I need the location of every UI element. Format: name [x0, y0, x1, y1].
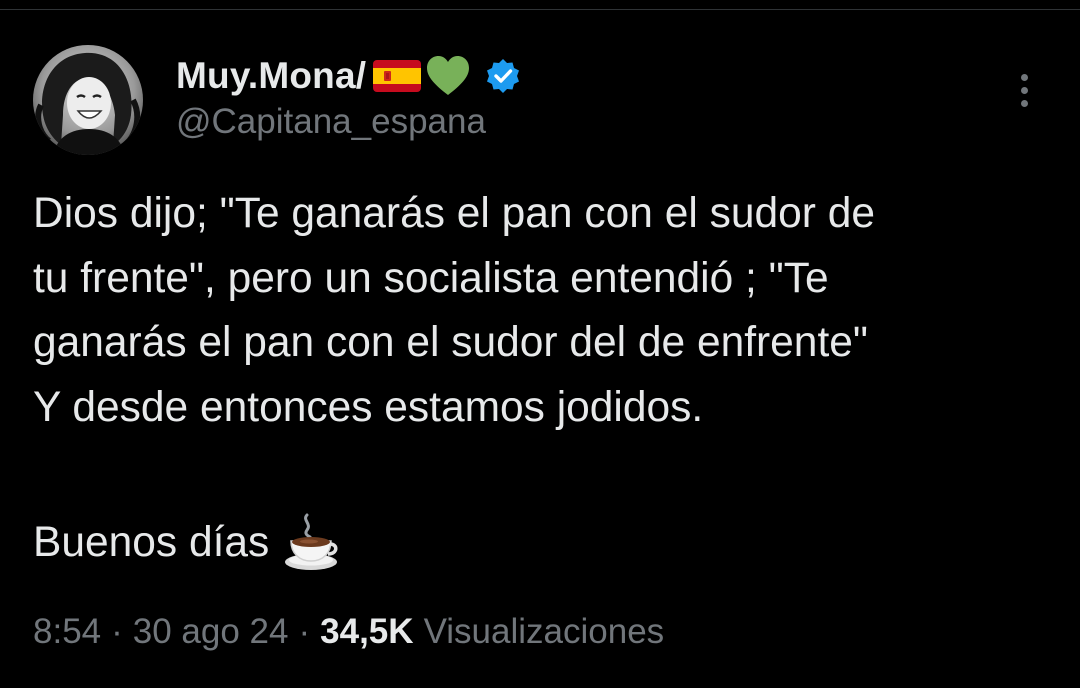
tweet-text-line: tu frente", pero un socialista entendió …	[33, 254, 829, 302]
tweet-greeting: Buenos días	[33, 506, 341, 580]
verified-badge-icon[interactable]	[485, 58, 521, 94]
author-name-row[interactable]: Muy.Mona/	[176, 50, 521, 102]
greeting-text: Buenos días	[33, 519, 270, 566]
tweet-time[interactable]: 8:54	[33, 612, 101, 652]
spain-flag-icon	[373, 60, 422, 92]
more-options-icon[interactable]	[1010, 70, 1038, 110]
views-label[interactable]: Visualizaciones	[424, 612, 665, 652]
hot-beverage-icon	[285, 513, 338, 570]
more-dot-icon	[1020, 99, 1028, 107]
tweet-text-line: ganarás el pan con el sudor del de enfre…	[33, 319, 868, 366]
tweet-text: Dios dijo; "Te ganarás el pan con el sud…	[33, 182, 1058, 440]
name-icons	[372, 55, 471, 97]
tweet-text-line: Y desde entonces estamos jodidos.	[33, 383, 704, 431]
green-heart-icon	[427, 56, 470, 95]
meta-separator: ·	[111, 612, 123, 651]
more-dot-icon	[1020, 73, 1028, 81]
tweet-meta: 8:54 · 30 ago 24 · 34,5K Visualizaciones	[33, 612, 664, 652]
author-handle[interactable]: @Capitana_espana	[176, 102, 486, 142]
author-display-name[interactable]: Muy.Mona/	[176, 55, 366, 97]
meta-separator: ·	[298, 612, 311, 651]
tweet-date[interactable]: 30 ago 24	[133, 612, 289, 652]
profile-photo-avatar	[33, 45, 143, 155]
tweet-text-line: Dios dijo; "Te ganarás el pan con el sud…	[33, 190, 875, 237]
views-count[interactable]: 34,5K	[320, 612, 413, 652]
avatar[interactable]	[33, 45, 143, 155]
top-divider	[0, 0, 1080, 10]
more-dot-icon	[1020, 86, 1028, 94]
